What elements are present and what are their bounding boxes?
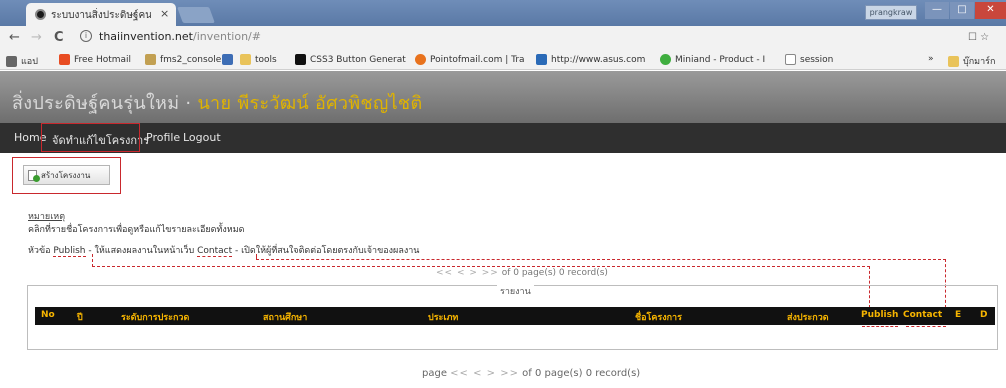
browser-tab[interactable]: ระบบงานสิ่งประดิษฐ์คนรุ่นใ ×: [26, 3, 176, 26]
apps-grid-icon: [6, 55, 17, 67]
site-title-text: สิ่งประดิษฐ์คนรุ่นใหม่ ·: [12, 93, 198, 114]
asus-icon: [536, 54, 547, 65]
forward-arrow-icon[interactable]: →: [31, 30, 42, 45]
css3-icon: [295, 54, 306, 65]
col-publish: Publish: [861, 310, 899, 320]
col-year: ปี: [77, 313, 83, 323]
contact-keyword: Contact: [197, 246, 233, 257]
col-submit: ส่งประกวด: [787, 313, 829, 323]
bookmark-label: บุ๊กมาร์ก: [963, 57, 996, 67]
windows-logo-icon: [59, 54, 70, 65]
close-window-button[interactable]: ✕: [975, 2, 1006, 19]
bookmark-label: fms2_console: [160, 54, 222, 65]
bookmark-session[interactable]: session: [785, 54, 833, 65]
other-bookmarks[interactable]: บุ๊กมาร์ก: [948, 54, 995, 68]
miniand-icon: [660, 54, 671, 65]
col-delete: D: [980, 310, 988, 320]
annotation-line: [92, 266, 870, 267]
bookmark-asus[interactable]: http://www.asus.com: [536, 54, 645, 65]
bookmark-label: Free Hotmail: [74, 54, 132, 65]
col-level: ระดับการประกวด: [121, 313, 190, 323]
bookmarks-bar: แอป Free Hotmail fms2_console tools CSS3…: [0, 50, 1006, 70]
col-no: No: [41, 310, 55, 320]
address-bar[interactable]: i thaiinvention.net/invention/#: [76, 29, 906, 47]
tab-close-icon[interactable]: ×: [160, 7, 169, 20]
fms-icon: [145, 54, 156, 65]
pager-top-text: of 0 page(s) 0 record(s): [501, 268, 608, 278]
col-type: ประเภท: [428, 313, 459, 323]
bookmark-label: Pointofmail.com | Tra: [430, 54, 525, 65]
bookmark-fms2[interactable]: fms2_console: [145, 54, 221, 65]
url-path: /invention/#: [192, 30, 261, 43]
publish-underline: [862, 326, 898, 327]
page-icon: [785, 54, 796, 65]
plus-icon: [33, 174, 40, 182]
site-header: สิ่งประดิษฐ์คนรุ่นใหม่ · นาย พีระวัฒน์ อ…: [0, 71, 1006, 123]
back-arrow-icon[interactable]: ←: [9, 30, 20, 45]
new-tab-button[interactable]: [177, 7, 215, 23]
bookmark-css3[interactable]: CSS3 Button Generat: [295, 54, 406, 65]
bookmark-tools[interactable]: tools: [240, 54, 277, 65]
pager-top-arrows[interactable]: << < > >>: [436, 268, 499, 278]
new-document-icon: [28, 169, 40, 182]
bookmark-apps[interactable]: แอป: [6, 54, 38, 68]
tab-title: ระบบงานสิ่งประดิษฐ์คนรุ่นใ: [51, 10, 151, 21]
note-heading: หมายเหตุ: [28, 212, 66, 222]
pager-bottom-arrows[interactable]: << < > >>: [450, 368, 519, 379]
col-school: สถานศึกษา: [263, 313, 308, 323]
translate-star-icons[interactable]: ☐ ☆: [968, 32, 989, 43]
browser-toolbar: ← → C i thaiinvention.net/invention/# ☐ …: [0, 26, 1006, 50]
publish-keyword: Publish: [53, 246, 86, 257]
note-line-2-prefix: หัวข้อ: [28, 246, 54, 256]
create-project-label: สร้างโครงงาน: [41, 170, 91, 180]
pager-bottom-text: of 0 page(s) 0 record(s): [522, 368, 641, 379]
create-button-highlight: สร้างโครงงาน: [12, 157, 121, 194]
reload-icon[interactable]: C: [54, 30, 64, 45]
annotation-line: [256, 259, 946, 260]
window-user-badge[interactable]: prangkraw: [865, 5, 917, 20]
pager-bottom-label: page: [422, 368, 447, 379]
url-host: thaiinvention.net: [99, 30, 193, 43]
bookmark-miniand[interactable]: Miniand - Product - I: [660, 54, 765, 65]
pager-bottom: page << < > >> of 0 page(s) 0 record(s): [422, 368, 640, 379]
note-line-2-suffix: - เปิดให้ผู้ที่สนใจติดต่อโดยตรงกับเจ้าขอ…: [232, 246, 420, 256]
bookmark-label: session: [800, 54, 834, 65]
col-edit: E: [955, 310, 962, 320]
bookmark-label: CSS3 Button Generat: [310, 54, 406, 65]
bookmark-pointofmail[interactable]: Pointofmail.com | Tra: [415, 54, 525, 65]
info-icon[interactable]: i: [80, 30, 92, 42]
folder-icon: [948, 55, 959, 67]
note-line-2: หัวข้อ Publish - ให้แสดงผลงานในหน้าเว็บ …: [28, 243, 419, 257]
note-line-2-mid: - ให้แสดงผลงานในหน้าเว็บ: [85, 246, 198, 256]
maximize-button[interactable]: □: [950, 2, 974, 19]
browser-titlebar: ระบบงานสิ่งประดิษฐ์คนรุ่นใ × prangkraw —…: [0, 0, 1006, 26]
site-favicon-icon: [35, 9, 46, 20]
url-text: thaiinvention.net/invention/#: [99, 30, 261, 43]
bookmark-label: Miniand - Product - I: [675, 54, 766, 65]
site-user-name: นาย พีระวัฒน์ อัศวพิชญไชติ: [197, 93, 423, 114]
create-project-button[interactable]: สร้างโครงงาน: [23, 165, 110, 185]
nav-profile[interactable]: Profile: [146, 131, 180, 144]
bookmark-hotmail[interactable]: Free Hotmail: [59, 54, 131, 65]
main-navbar: Home จัดทำแก้ไขโครงการ Profile Logout: [0, 123, 1006, 153]
folder-icon: [240, 54, 251, 65]
pointofmail-icon: [415, 54, 426, 65]
nav-highlight-box: [41, 123, 140, 152]
table-header: No ปี ระดับการประกวด สถานศึกษา ประเภท ชื…: [35, 307, 995, 325]
site-title: สิ่งประดิษฐ์คนรุ่นใหม่ · นาย พีระวัฒน์ อ…: [12, 88, 422, 117]
bookmark-label: tools: [255, 54, 277, 65]
col-project-name: ชื่อโครงการ: [635, 313, 682, 323]
contact-underline: [906, 326, 946, 327]
app-icon: [222, 54, 233, 65]
bookmarks-more-button[interactable]: »: [928, 54, 934, 64]
bookmark-app-icon[interactable]: [222, 54, 233, 65]
pager-top: << < > >> of 0 page(s) 0 record(s): [436, 268, 608, 278]
col-contact: Contact: [903, 310, 943, 320]
minimize-button[interactable]: —: [925, 2, 949, 19]
note-line-1: คลิกที่รายชื่อโครงการเพื่อดูหรือแก้ไขราย…: [28, 225, 245, 235]
nav-logout[interactable]: Logout: [183, 131, 221, 144]
report-legend: รายงาน: [497, 284, 534, 298]
bookmark-label: http://www.asus.com: [551, 54, 646, 65]
bookmark-label: แอป: [21, 57, 38, 67]
